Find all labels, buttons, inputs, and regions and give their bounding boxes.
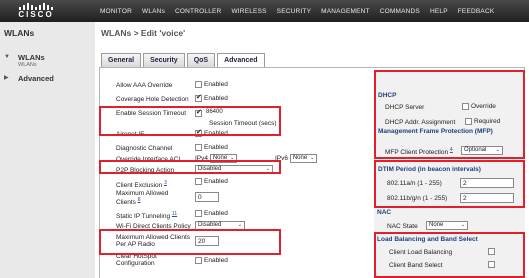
highlight-max-clients-per-ap [99, 229, 281, 255]
nac-state-select[interactable]: None ⌄ [426, 221, 468, 230]
nac-section-title: NAC [377, 209, 392, 216]
static-ip-checkbox[interactable] [195, 210, 202, 217]
ipv6-acl-select[interactable]: None ⌄ [289, 154, 318, 163]
page-title: WLANs > Edit 'voice' [101, 28, 186, 38]
nac-state-label: NAC State [387, 223, 418, 230]
nac-state-control: None ⌄ [426, 221, 468, 230]
nav-management[interactable]: MANAGEMENT [321, 8, 370, 15]
nav-wireless[interactable]: WIRELESS [231, 8, 266, 15]
allow-aaa-control: Enabled [195, 81, 228, 89]
coverage-hole-label: Coverage Hole Detection [116, 96, 189, 103]
static-ip-label: Static IP Tunneling 11 [116, 211, 178, 221]
sidebar-item-advanced[interactable]: ▶ Advanced [4, 74, 54, 83]
highlight-dtim [374, 160, 525, 208]
cisco-logo: CISCO [14, 3, 58, 21]
highlight-p2p-blocking [99, 160, 281, 174]
highlight-dhcp-mfp [374, 70, 525, 159]
tab-general[interactable]: General [101, 53, 142, 67]
allow-aaa-label: Allow AAA Override [116, 82, 173, 89]
chevron-down-icon: ⌄ [310, 155, 315, 161]
client-exclusion-control: Enabled [195, 178, 228, 186]
sidebar: WLANs ▼ WLANs WLANs ▶ Advanced [0, 22, 95, 278]
clear-hotspot-checkbox[interactable] [195, 257, 202, 264]
diag-channel-label: Diagnostic Channel [116, 145, 173, 152]
nav-feedback[interactable]: FEEDBACK [458, 8, 495, 15]
sidebar-item-wlans[interactable]: ▼ WLANs WLANs [4, 53, 45, 69]
nav-security[interactable]: SECURITY [277, 8, 311, 15]
tab-security[interactable]: Security [143, 53, 185, 67]
nav-monitor[interactable]: MONITOR [100, 8, 132, 15]
chevron-down-icon: ⌄ [460, 222, 465, 228]
sidebar-title: WLANs [4, 28, 35, 38]
nav-controller[interactable]: CONTROLLER [175, 8, 221, 15]
tab-advanced[interactable]: Advanced [217, 53, 265, 68]
tab-qos[interactable]: QoS [186, 53, 216, 67]
diag-channel-control: Enabled [195, 144, 228, 152]
clear-hotspot-control: Enabled [195, 257, 228, 265]
highlight-load-balancing [374, 232, 525, 278]
diag-channel-checkbox[interactable] [195, 144, 202, 151]
coverage-hole-checkbox[interactable] [195, 94, 202, 102]
nav-help[interactable]: HELP [430, 8, 448, 15]
collapsed-arrow-icon: ▶ [4, 75, 9, 81]
sidebar-item-label: Advanced [18, 74, 54, 83]
max-clients-input[interactable]: 0 [195, 192, 219, 202]
nav-commands[interactable]: COMMANDS [380, 8, 420, 15]
tab-bar: General Security QoS Advanced [101, 53, 265, 68]
ipv6-acl-control: IPv6 None ⌄ [275, 154, 318, 163]
highlight-session-timeout [99, 106, 281, 136]
clear-hotspot-label: Clear HotSpot Configuration [116, 253, 157, 267]
client-exclusion-label: Client Exclusion 3 [116, 180, 167, 190]
top-bar: CISCO MONITOR WLANs CONTROLLER WIRELESS … [0, 0, 529, 22]
static-ip-control: Enabled [195, 210, 228, 218]
client-exclusion-checkbox[interactable] [195, 178, 202, 185]
coverage-hole-control: Enabled [195, 94, 228, 103]
top-nav: MONITOR WLANs CONTROLLER WIRELESS SECURI… [100, 0, 494, 22]
sidebar-item-label: WLANs WLANs [18, 53, 45, 68]
expanded-arrow-icon: ▼ [4, 54, 10, 60]
nav-wlans[interactable]: WLANs [142, 8, 165, 15]
chevron-down-icon: ⌄ [237, 222, 242, 228]
max-clients-label: Maximum Allowed Clients 8 [116, 190, 169, 207]
allow-aaa-checkbox[interactable] [195, 81, 202, 88]
